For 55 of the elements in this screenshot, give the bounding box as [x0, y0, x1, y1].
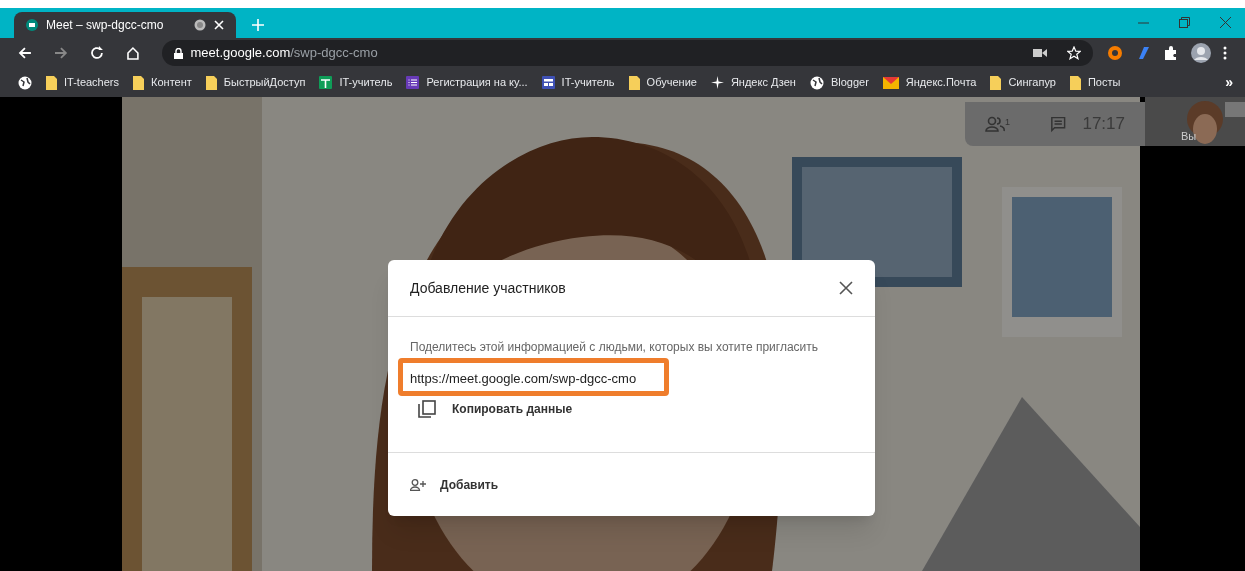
- folder-icon: [1069, 75, 1081, 90]
- people-icon: [985, 116, 1005, 132]
- globe-icon: [18, 75, 32, 90]
- close-icon[interactable]: [1220, 17, 1231, 28]
- url-text: meet.google.com/swp-dgcc-cmo: [190, 44, 379, 63]
- browser-tab[interactable]: Meet – swp-dgcc-cmo: [14, 12, 236, 38]
- back-icon[interactable]: [18, 46, 32, 60]
- folder-icon: [990, 75, 1002, 90]
- home-icon[interactable]: [125, 46, 140, 60]
- bookmark[interactable]: Яндекс.Почта: [882, 74, 977, 91]
- bookmark[interactable]: IT-учитель: [541, 74, 615, 91]
- bookmark[interactable]: Яндекс Дзен: [710, 74, 796, 91]
- slides-icon: [541, 76, 555, 89]
- avatar-icon[interactable]: [1191, 43, 1211, 63]
- close-icon[interactable]: [839, 281, 853, 295]
- more-bookmarks-button[interactable]: »: [1225, 72, 1233, 93]
- bookmark[interactable]: Blogger: [809, 74, 869, 91]
- bookmark[interactable]: Сингапур: [990, 74, 1056, 91]
- puzzle-icon[interactable]: [1163, 45, 1179, 61]
- lock-icon: [173, 47, 183, 59]
- restore-icon[interactable]: [1179, 17, 1190, 28]
- self-label: Вы: [1180, 128, 1197, 144]
- folder-icon: [205, 75, 217, 90]
- bookmark[interactable]: [18, 75, 32, 90]
- bookmark[interactable]: Обучение: [628, 74, 697, 91]
- forward-icon[interactable]: [53, 46, 68, 60]
- chat-icon[interactable]: [1050, 115, 1067, 133]
- tab-title: Meet – swp-dgcc-cmo: [46, 17, 165, 34]
- address-bar[interactable]: meet.google.com/swp-dgcc-cmo: [161, 40, 1093, 66]
- menu-icon[interactable]: [1223, 46, 1227, 60]
- folder-icon: [133, 75, 145, 90]
- folder-icon: [46, 75, 57, 90]
- camera-icon[interactable]: [1033, 48, 1047, 58]
- extension-icon[interactable]: [1107, 45, 1123, 61]
- bookmark[interactable]: БыстрыйДоступ: [205, 74, 306, 91]
- dialog-title: Добавление участников: [410, 278, 567, 298]
- sparkle-icon: [710, 76, 724, 89]
- form-icon: [406, 76, 420, 89]
- bookmark[interactable]: Регистрация на ку...: [406, 74, 528, 91]
- bookmark[interactable]: IT-teachers: [46, 74, 120, 91]
- star-icon[interactable]: [1067, 46, 1081, 60]
- folder-icon: [628, 75, 640, 90]
- add-button[interactable]: Добавить: [410, 475, 499, 494]
- mail-icon: [882, 76, 899, 89]
- copy-button[interactable]: Копировать данные: [410, 400, 573, 418]
- globe-icon: [809, 75, 824, 90]
- bookmark[interactable]: Посты: [1069, 74, 1121, 91]
- hint-text: Поделитесь этой информацией с людьми, которых вы хотите пригласить: [410, 339, 820, 356]
- bookmark[interactable]: Контент: [133, 74, 192, 91]
- add-person-icon: [410, 478, 426, 491]
- copy-icon: [418, 400, 436, 418]
- meet-icon: [26, 19, 38, 31]
- bookmark[interactable]: IT-учитель: [319, 74, 393, 91]
- reload-icon[interactable]: [89, 46, 104, 60]
- sheets-icon: [319, 76, 333, 89]
